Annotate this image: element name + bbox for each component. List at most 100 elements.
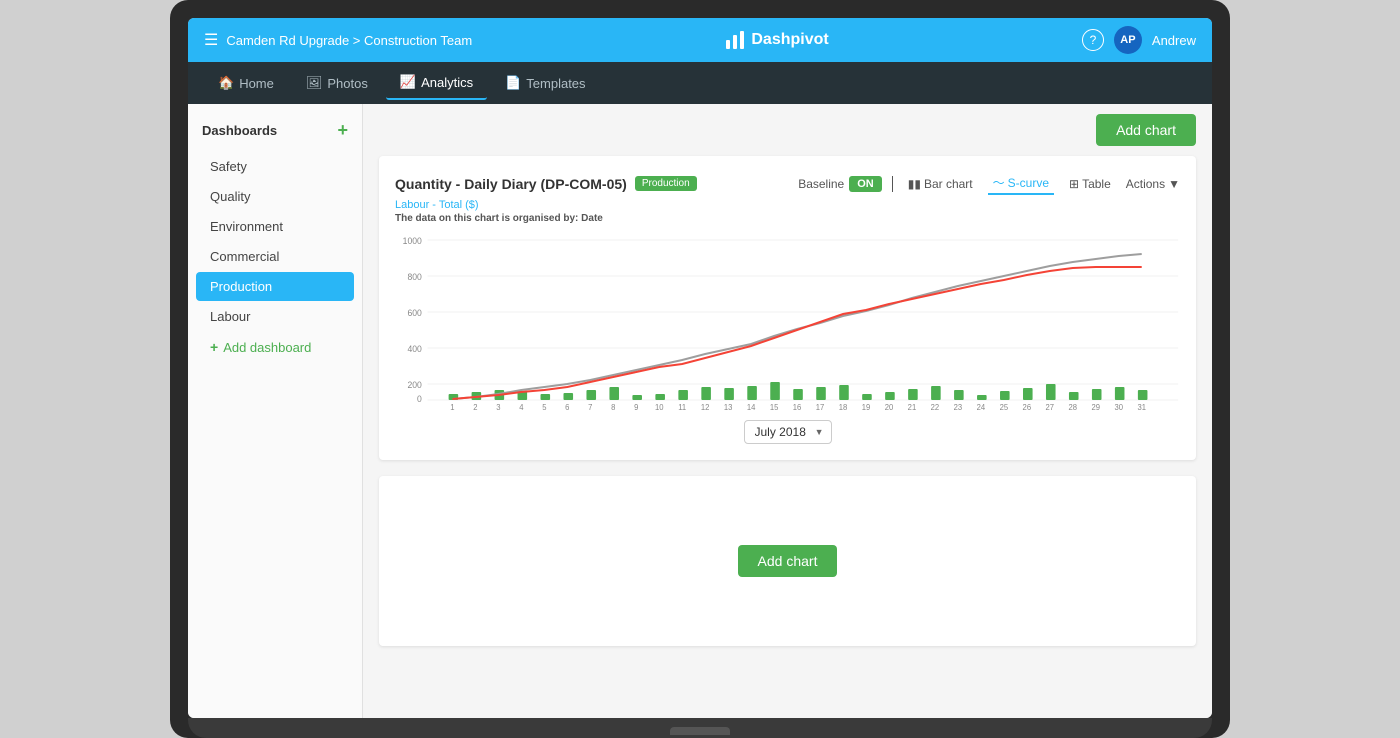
svg-text:11: 11	[678, 403, 686, 412]
svg-text:600: 600	[407, 308, 421, 318]
nav-home[interactable]: 🏠 Home	[204, 67, 288, 99]
nav-photos[interactable]: 🖼 Photos	[292, 67, 382, 99]
add-chart-empty-button[interactable]: Add chart	[738, 545, 838, 577]
top-bar-right: ? AP Andrew	[1082, 26, 1196, 54]
app-logo: Dashpivot	[725, 30, 828, 50]
s-curve-icon: 〜	[993, 174, 1005, 191]
chart-card: Quantity - Daily Diary (DP-COM-05) Produ…	[379, 156, 1196, 460]
logo-icon	[725, 30, 745, 50]
add-dashboard-label: Add dashboard	[223, 340, 311, 355]
main-layout: Dashboards + Safety Quality Environment …	[188, 104, 1212, 718]
table-icon: ⊞	[1069, 177, 1079, 191]
chart-title: Quantity - Daily Diary (DP-COM-05)	[395, 176, 627, 192]
sidebar-item-safety[interactable]: Safety	[196, 152, 354, 181]
empty-chart-card: Add chart	[379, 476, 1196, 646]
svg-text:200: 200	[407, 380, 421, 390]
actions-dropdown[interactable]: Actions ▼	[1126, 177, 1180, 191]
svg-text:13: 13	[724, 403, 733, 412]
sidebar-header: Dashboards +	[188, 116, 362, 151]
svg-text:22: 22	[931, 403, 940, 412]
svg-text:30: 30	[1114, 403, 1123, 412]
top-bar: ☰ Camden Rd Upgrade > Construction Team …	[188, 18, 1212, 62]
svg-text:16: 16	[793, 403, 802, 412]
chart-subtitle: Labour - Total ($)	[395, 199, 1180, 211]
chart-controls: Baseline ON ▮▮ Bar chart 〜 S-curve	[798, 172, 1180, 195]
table-button[interactable]: ⊞ Table	[1064, 175, 1116, 193]
svg-text:8: 8	[611, 403, 616, 412]
svg-text:29: 29	[1091, 403, 1100, 412]
templates-icon: 📄	[505, 75, 521, 91]
sidebar: Dashboards + Safety Quality Environment …	[188, 104, 363, 718]
sidebar-title: Dashboards	[202, 123, 277, 138]
svg-text:20: 20	[885, 403, 894, 412]
add-chart-top-button[interactable]: Add chart	[1096, 114, 1196, 146]
svg-text:9: 9	[634, 403, 638, 412]
svg-text:25: 25	[1000, 403, 1009, 412]
nav-analytics-label: Analytics	[421, 75, 473, 90]
month-select-wrapper[interactable]: July 2018	[744, 420, 832, 444]
chart-title-group: Quantity - Daily Diary (DP-COM-05) Produ…	[395, 176, 697, 192]
svg-text:1: 1	[450, 403, 454, 412]
bar-chart-icon: ▮▮	[908, 177, 921, 191]
hamburger-icon[interactable]: ☰	[204, 30, 218, 50]
month-select[interactable]: July 2018	[744, 420, 832, 444]
sidebar-item-quality[interactable]: Quality	[196, 182, 354, 211]
svg-text:23: 23	[954, 403, 963, 412]
nav-photos-label: Photos	[327, 76, 367, 91]
app-title: Dashpivot	[751, 31, 828, 49]
chart-header: Quantity - Daily Diary (DP-COM-05) Produ…	[395, 172, 1180, 195]
chart-svg: 1000 800 600 400 200 0	[395, 232, 1180, 412]
sidebar-item-production[interactable]: Production	[196, 272, 354, 301]
baseline-state[interactable]: ON	[849, 176, 882, 192]
breadcrumb: Camden Rd Upgrade > Construction Team	[226, 33, 472, 48]
sidebar-item-environment[interactable]: Environment	[196, 212, 354, 241]
content-header: Add chart	[363, 104, 1212, 156]
home-icon: 🏠	[218, 75, 234, 91]
svg-text:28: 28	[1069, 403, 1078, 412]
svg-text:7: 7	[588, 403, 592, 412]
svg-text:31: 31	[1137, 403, 1146, 412]
chart-svg-container: 1000 800 600 400 200 0	[395, 232, 1180, 412]
sidebar-add-button[interactable]: +	[337, 120, 348, 141]
svg-text:17: 17	[816, 403, 825, 412]
sidebar-item-labour[interactable]: Labour	[196, 302, 354, 331]
photos-icon: 🖼	[306, 75, 323, 91]
user-name: Andrew	[1152, 33, 1196, 48]
svg-text:14: 14	[747, 403, 756, 412]
nav-templates-label: Templates	[526, 76, 585, 91]
actions-chevron-icon: ▼	[1168, 177, 1180, 191]
svg-text:400: 400	[407, 344, 421, 354]
analytics-icon: 📈	[400, 74, 416, 90]
svg-text:1000: 1000	[403, 236, 422, 246]
svg-text:21: 21	[908, 403, 917, 412]
chart-footer: July 2018	[395, 420, 1180, 444]
svg-text:5: 5	[542, 403, 547, 412]
divider	[892, 176, 893, 192]
add-dashboard-icon: +	[210, 339, 218, 355]
svg-text:10: 10	[655, 403, 664, 412]
svg-text:27: 27	[1046, 403, 1055, 412]
bar-chart-button[interactable]: ▮▮ Bar chart	[903, 175, 978, 193]
svg-text:24: 24	[977, 403, 986, 412]
svg-text:19: 19	[862, 403, 871, 412]
content-area: Add chart Quantity - Daily Diary (DP-COM…	[363, 104, 1212, 718]
nav-home-label: Home	[239, 76, 274, 91]
svg-text:4: 4	[519, 403, 524, 412]
help-icon[interactable]: ?	[1082, 29, 1104, 51]
sidebar-item-commercial[interactable]: Commercial	[196, 242, 354, 271]
actions-label: Actions	[1126, 177, 1165, 191]
svg-text:6: 6	[565, 403, 570, 412]
svg-text:26: 26	[1023, 403, 1032, 412]
baseline-label: Baseline	[798, 177, 844, 191]
add-dashboard-button[interactable]: + Add dashboard	[196, 332, 354, 362]
svg-text:0: 0	[417, 394, 422, 404]
svg-text:15: 15	[770, 403, 779, 412]
svg-text:800: 800	[407, 272, 421, 282]
svg-text:3: 3	[496, 403, 501, 412]
nav-analytics[interactable]: 📈 Analytics	[386, 66, 487, 100]
chart-org-text: The data on this chart is organised by: …	[395, 213, 1180, 224]
s-curve-button[interactable]: 〜 S-curve	[988, 172, 1054, 195]
baseline-toggle: Baseline ON	[798, 176, 882, 192]
nav-templates[interactable]: 📄 Templates	[491, 67, 599, 99]
production-badge: Production	[635, 176, 697, 191]
